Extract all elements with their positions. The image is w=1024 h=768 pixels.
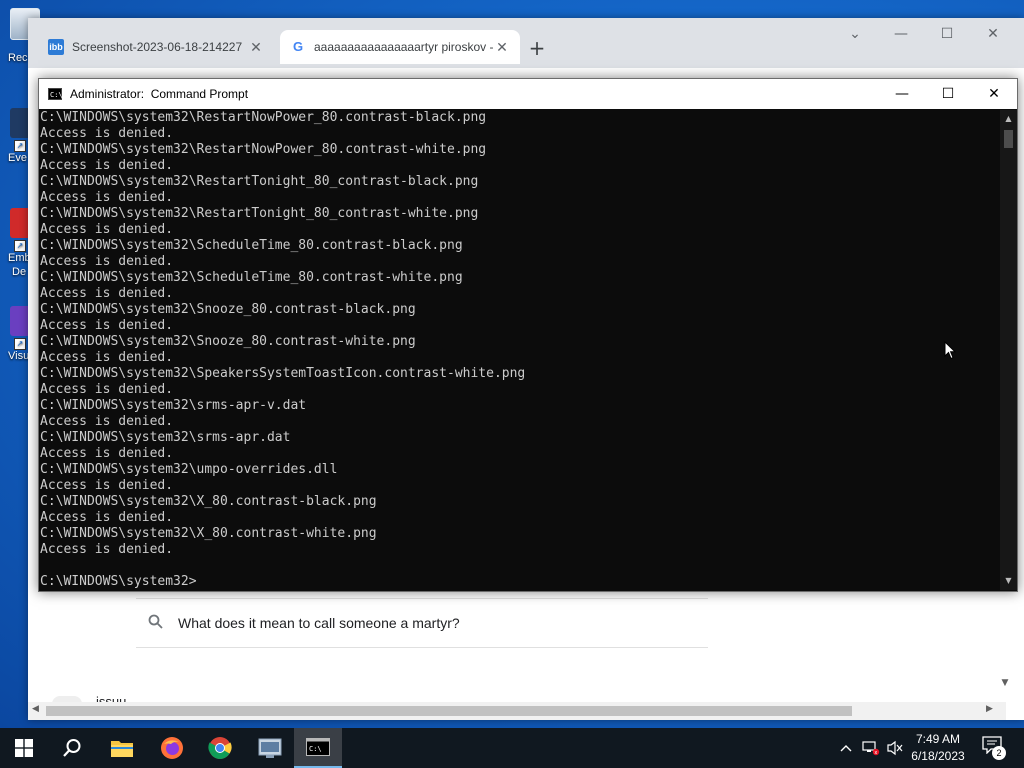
scroll-down-arrow-icon[interactable]: ▼ [1000, 576, 1017, 585]
new-tab-button[interactable]: + [526, 36, 548, 60]
console-path-line: C:\WINDOWS\system32\RestartNowPower_80.c… [40, 142, 487, 157]
cmd-maximize-button[interactable]: ☐ [925, 79, 971, 109]
console-path-line: C:\WINDOWS\system32\RestartTonight_80_co… [40, 206, 479, 221]
console-path-line: C:\WINDOWS\system32\Snooze_80.contrast-w… [40, 334, 416, 349]
windows-logo-icon [15, 739, 33, 757]
console-message-line: Access is denied. [40, 350, 174, 365]
tab-close-icon[interactable]: ✕ [248, 39, 264, 56]
related-search-text: What does it mean to call someone a mart… [178, 615, 460, 631]
taskbar-command-prompt[interactable]: C:\ [294, 728, 342, 768]
scroll-down-arrow-icon[interactable]: ▼ [998, 678, 1012, 694]
taskbar: C:\ x 7:49 AM 6/18/2023 2 [0, 728, 1024, 768]
app-window-icon [258, 738, 282, 758]
console-message-line: Access is denied. [40, 382, 174, 397]
console-message-line: Access is denied. [40, 286, 174, 301]
console-message-line: Access is denied. [40, 222, 174, 237]
console-message-line: Access is denied. [40, 510, 174, 525]
firefox-icon [161, 737, 183, 759]
cmd-app-icon: C:\ [48, 88, 63, 100]
clock-date: 6/18/2023 [911, 749, 965, 763]
tab-search-dropdown-icon[interactable]: ⌄ [832, 26, 878, 42]
console-path-line: C:\WINDOWS\system32\X_80.contrast-black.… [40, 494, 377, 509]
tab-title: Screenshot-2023-06-18-214227 [72, 40, 243, 54]
console-message-line: Access is denied. [40, 190, 174, 205]
console-message-line: Access is denied. [40, 542, 174, 557]
scroll-left-arrow-icon[interactable]: ◀ [32, 704, 39, 714]
search-icon [148, 614, 166, 633]
chrome-minimize-button[interactable]: — [878, 26, 924, 42]
cmd-close-button[interactable]: ✕ [971, 79, 1017, 109]
console-path-line: C:\WINDOWS\system32\RestartNowPower_80.c… [40, 110, 487, 125]
cmd-console-output[interactable]: C:\WINDOWS\system32\RestartNowPower_80.c… [39, 110, 997, 590]
console-message-line: Access is denied. [40, 478, 174, 493]
tab-close-icon[interactable]: ✕ [494, 39, 510, 56]
taskbar-clock[interactable]: 7:49 AM 6/18/2023 [900, 731, 976, 765]
cmd-minimize-button[interactable]: — [879, 79, 925, 109]
console-message-line: Access is denied. [40, 414, 174, 429]
tab-google-search[interactable]: G aaaaaaaaaaaaaaaartyr piroskov - ✕ [280, 30, 520, 64]
cmd-title-bar[interactable]: C:\ Administrator: Command Prompt — ☐ ✕ [39, 79, 1017, 109]
scroll-right-arrow-icon[interactable]: ▶ [986, 704, 993, 714]
chrome-close-button[interactable]: ✕ [970, 26, 1016, 42]
notification-count-badge: 2 [992, 746, 1006, 760]
start-button[interactable] [0, 728, 48, 768]
console-path-line: C:\WINDOWS\system32\umpo-overrides.dll [40, 462, 338, 477]
shortcut-arrow-icon: ↗ [14, 140, 26, 152]
console-path-line: C:\WINDOWS\system32\X_80.contrast-white.… [40, 526, 377, 541]
console-path-line: C:\WINDOWS\system32> [40, 574, 197, 589]
cmd-window-title: Administrator: Command Prompt [70, 87, 249, 101]
desktop-icon-label: Eve [8, 152, 27, 164]
console-path-line: C:\WINDOWS\system32\ScheduleTime_80.cont… [40, 270, 463, 285]
shortcut-arrow-icon: ↗ [14, 240, 26, 252]
taskbar-file-explorer[interactable] [98, 728, 146, 768]
chrome-tab-strip: ibb Screenshot-2023-06-18-214227 ✕ G aaa… [28, 18, 1024, 68]
clock-time: 7:49 AM [915, 732, 961, 746]
scrollbar-thumb[interactable] [46, 706, 852, 716]
console-path-line: C:\WINDOWS\system32\RestartTonight_80_co… [40, 174, 479, 189]
command-prompt-window: C:\ Administrator: Command Prompt — ☐ ✕ … [38, 78, 1018, 592]
scrollbar-thumb[interactable] [1004, 130, 1013, 148]
related-search-item[interactable]: What does it mean to call someone a mart… [136, 598, 708, 648]
desktop-icon-label: Visu [8, 350, 30, 362]
cmd-vertical-scrollbar[interactable]: ▲ ▼ [1000, 110, 1017, 590]
console-path-line: C:\WINDOWS\system32\SpeakersSystemToastI… [40, 366, 526, 381]
folder-icon [111, 741, 133, 757]
console-message-line: Access is denied. [40, 126, 174, 141]
console-path-line: C:\WINDOWS\system32\Snooze_80.contrast-b… [40, 302, 416, 317]
tab-screenshot[interactable]: ibb Screenshot-2023-06-18-214227 ✕ [38, 30, 274, 64]
console-message-line: Access is denied. [40, 158, 174, 173]
chrome-maximize-button[interactable]: ☐ [924, 26, 970, 42]
desktop-icon-label-line2: De [12, 266, 27, 278]
search-icon [63, 739, 81, 757]
svg-text:C:\: C:\ [309, 745, 322, 753]
show-hidden-icons-chevron-icon[interactable] [836, 728, 856, 768]
google-favicon-icon: G [292, 39, 304, 54]
action-center-button[interactable]: 2 [982, 736, 1006, 760]
console-message-line: Access is denied. [40, 318, 174, 333]
mouse-cursor-icon [944, 340, 957, 364]
console-path-line: C:\WINDOWS\system32\srms-apr-v.dat [40, 398, 307, 413]
taskbar-chrome[interactable] [196, 728, 244, 768]
cmd-icon: C:\ [306, 738, 330, 756]
console-path-line: C:\WINDOWS\system32\ScheduleTime_80.cont… [40, 238, 463, 253]
taskbar-search-button[interactable] [48, 728, 96, 768]
console-message-line: Access is denied. [40, 446, 174, 461]
scroll-up-arrow-icon[interactable]: ▲ [1000, 114, 1017, 123]
console-message-line: Access is denied. [40, 254, 174, 269]
desktop-icon-label: Rec [8, 52, 28, 64]
shortcut-arrow-icon: ↗ [14, 338, 26, 350]
console-path-line: C:\WINDOWS\system32\srms-apr.dat [40, 430, 291, 445]
taskbar-app-generic[interactable] [246, 728, 294, 768]
taskbar-firefox[interactable] [148, 728, 196, 768]
svg-text:x: x [874, 750, 877, 756]
chrome-icon [208, 737, 232, 759]
tab-title: aaaaaaaaaaaaaaaartyr piroskov - [314, 40, 494, 54]
ibb-favicon-icon: ibb [48, 39, 64, 55]
horizontal-scrollbar[interactable]: ◀ ▶ [28, 702, 1006, 720]
network-icon[interactable]: x [860, 728, 882, 768]
